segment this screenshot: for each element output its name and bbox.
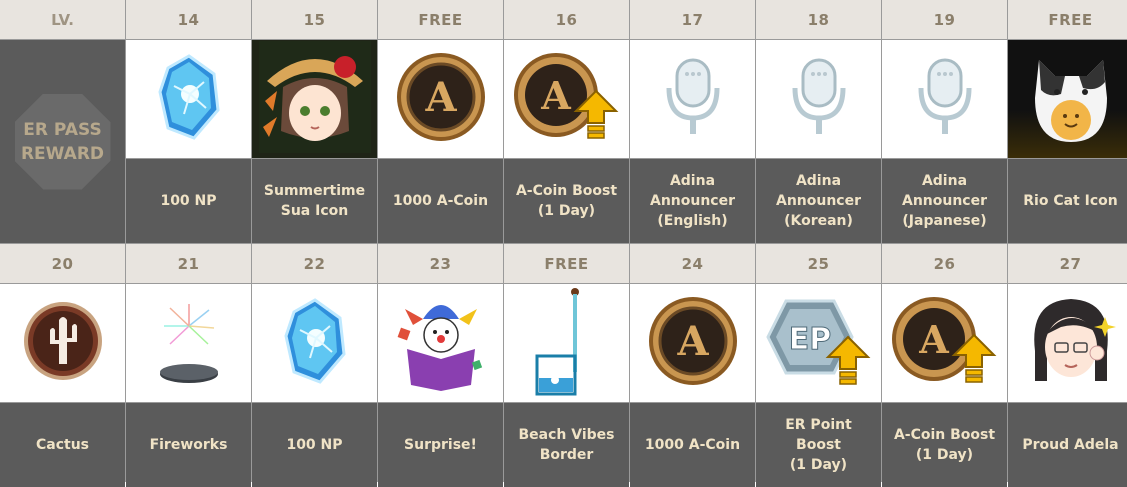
svg-text:EP: EP — [788, 322, 830, 357]
a-coin-boost-icon: A — [890, 295, 1000, 391]
level-label: 20 — [0, 244, 125, 283]
reward-name: Surprise! — [378, 403, 503, 487]
reward-name: Beach Vibes Border — [504, 403, 629, 487]
reward-image — [126, 40, 251, 158]
reward-name: 100 NP — [126, 159, 251, 243]
level-label: 23 — [378, 244, 503, 283]
level-label: FREE — [378, 0, 503, 39]
level-label: 21 — [126, 244, 251, 283]
level-label: 26 — [882, 244, 1007, 283]
reward-name: Summertime Sua Icon — [252, 159, 377, 243]
level-label: FREE — [1008, 0, 1127, 39]
sua-portrait-icon — [258, 41, 371, 157]
reward-image: EP — [756, 284, 881, 402]
level-label: FREE — [504, 244, 629, 283]
reward-image: A — [630, 284, 755, 402]
reward-grid: LV. 14 15 FREE 16 17 18 19 FREE ER PASS REWARD — [0, 0, 1127, 487]
reward-image: A — [882, 284, 1007, 402]
level-label: 19 — [882, 0, 1007, 39]
reward-image — [504, 284, 629, 402]
reward-image — [126, 284, 251, 402]
a-coin-icon: A — [647, 295, 739, 391]
level-label: 18 — [756, 0, 881, 39]
reward-image — [1008, 284, 1127, 402]
svg-text:A: A — [676, 318, 709, 365]
reward-image — [378, 284, 503, 402]
reward-name: A-Coin Boost (1 Day) — [882, 403, 1007, 487]
level-label: 15 — [252, 0, 377, 39]
level-label: 25 — [756, 244, 881, 283]
level-label: 22 — [252, 244, 377, 283]
reward-image: A — [378, 40, 503, 158]
a-coin-icon: A — [395, 51, 487, 147]
level-label: 17 — [630, 0, 755, 39]
microphone-icon — [915, 52, 975, 146]
reward-image: A — [504, 40, 629, 158]
level-header: LV. — [0, 0, 125, 39]
cactus-emblem-icon — [22, 300, 104, 386]
microphone-icon — [663, 52, 723, 146]
reward-name: Adina Announcer (Korean) — [756, 159, 881, 243]
reward-name: 1000 A-Coin — [378, 159, 503, 243]
svg-text:A: A — [540, 73, 571, 118]
level-label: 27 — [1008, 244, 1127, 283]
reward-name: Rio Cat Icon — [1008, 159, 1127, 243]
reward-name: Adina Announcer (Japanese) — [882, 159, 1007, 243]
reward-name: Proud Adela — [1008, 403, 1127, 487]
reward-image — [1008, 40, 1127, 158]
er-pass-reward-panel: ER PASS REWARD — [0, 40, 125, 243]
jester-box-icon — [393, 291, 489, 395]
reward-name: 1000 A-Coin — [630, 403, 755, 487]
reward-name: Fireworks — [126, 403, 251, 487]
svg-text:A: A — [424, 74, 457, 121]
np-crystal-icon — [154, 52, 224, 146]
reward-image — [252, 284, 377, 402]
np-crystal-icon — [280, 296, 350, 390]
svg-text:A: A — [918, 317, 949, 362]
reward-image — [882, 40, 1007, 158]
adela-portrait-icon — [1021, 291, 1121, 395]
er-pass-reward-label: ER PASS REWARD — [14, 93, 111, 190]
reward-image — [756, 40, 881, 158]
reward-name: A-Coin Boost (1 Day) — [504, 159, 629, 243]
fireworks-icon — [154, 296, 224, 390]
beach-border-icon — [527, 286, 607, 400]
reward-image — [0, 284, 125, 402]
level-label: 24 — [630, 244, 755, 283]
reward-name: 100 NP — [252, 403, 377, 487]
reward-name: Cactus — [0, 403, 125, 487]
level-label: 14 — [126, 0, 251, 39]
microphone-icon — [789, 52, 849, 146]
reward-name: ER Point Boost (1 Day) — [756, 403, 881, 487]
ep-boost-icon: EP — [764, 295, 874, 391]
rio-cat-icon — [1021, 42, 1121, 156]
level-label: 16 — [504, 0, 629, 39]
a-coin-boost-icon: A — [512, 51, 622, 147]
reward-name: Adina Announcer (English) — [630, 159, 755, 243]
reward-image — [630, 40, 755, 158]
reward-image — [252, 40, 377, 158]
